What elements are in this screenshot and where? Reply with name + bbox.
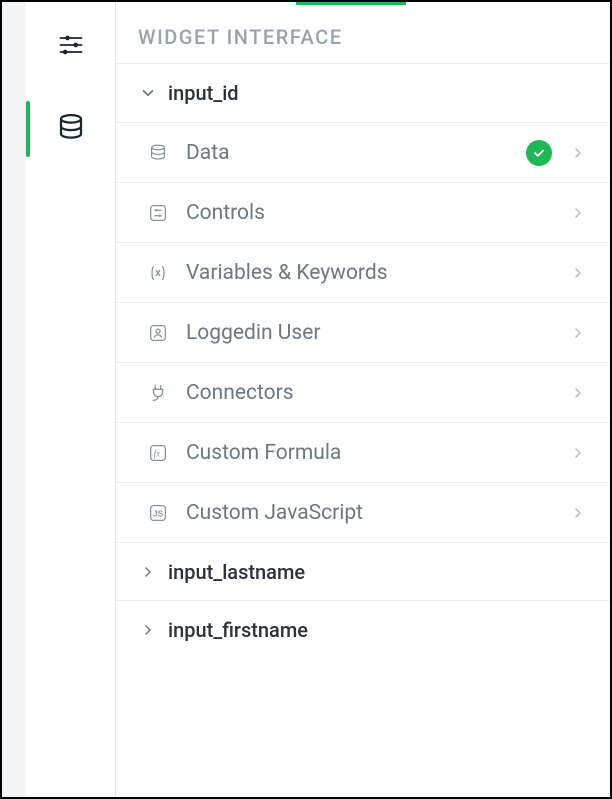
item-label: Connectors — [186, 381, 552, 405]
plug-icon — [146, 382, 170, 404]
data-tab[interactable] — [34, 104, 108, 154]
tree-node-label: input_firstname — [168, 618, 308, 642]
item-javascript[interactable]: JS Custom JavaScript — [116, 483, 610, 543]
chevron-right-icon — [568, 145, 588, 161]
check-icon — [526, 140, 552, 166]
chevron-right-icon — [136, 622, 160, 638]
tree-node-label: input_lastname — [168, 560, 305, 584]
js-icon: JS — [146, 502, 170, 524]
chevron-right-icon — [568, 205, 588, 221]
top-accent — [116, 2, 610, 5]
item-label: Variables & Keywords — [186, 261, 552, 285]
chevron-right-icon — [568, 325, 588, 341]
item-variables[interactable]: Variables & Keywords — [116, 243, 610, 303]
item-label: Controls — [186, 201, 552, 225]
item-label: Data — [186, 141, 510, 165]
item-data[interactable]: Data — [116, 123, 610, 183]
content-wrap: WIDGET INTERFACE input_id — [26, 2, 610, 797]
tree-node-collapsed[interactable]: input_firstname — [116, 601, 610, 659]
chevron-right-icon — [568, 265, 588, 281]
tree-sublist: Data — [116, 122, 610, 543]
tree-node-label: input_id — [168, 81, 239, 105]
item-label: Custom Formula — [186, 441, 552, 465]
chevron-right-icon — [568, 445, 588, 461]
database-icon — [56, 112, 86, 146]
panel-title: WIDGET INTERFACE — [138, 25, 343, 49]
controls-icon — [146, 202, 170, 224]
app-frame: WIDGET INTERFACE input_id — [0, 0, 612, 799]
item-controls[interactable]: Controls — [116, 183, 610, 243]
settings-tab[interactable] — [34, 22, 108, 72]
item-connectors[interactable]: Connectors — [116, 363, 610, 423]
chevron-right-icon — [136, 564, 160, 580]
tree-node-collapsed[interactable]: input_lastname — [116, 543, 610, 601]
item-formula[interactable]: fx Custom Formula — [116, 423, 610, 483]
left-gutter — [2, 2, 26, 797]
user-icon — [146, 322, 170, 344]
chevron-right-icon — [568, 505, 588, 521]
svg-text:JS: JS — [153, 509, 164, 518]
widget-tree: input_id Data — [116, 64, 610, 797]
sliders-icon — [57, 31, 85, 63]
tree-node-expanded[interactable]: input_id — [116, 64, 610, 122]
data-icon — [146, 142, 170, 164]
check-badge — [526, 140, 552, 166]
variables-icon — [146, 262, 170, 284]
side-tabs — [26, 2, 116, 797]
item-user[interactable]: Loggedin User — [116, 303, 610, 363]
panel-header: WIDGET INTERFACE — [116, 5, 610, 64]
fx-icon: fx — [146, 442, 170, 464]
item-label: Custom JavaScript — [186, 501, 552, 525]
svg-text:fx: fx — [154, 448, 161, 458]
chevron-down-icon — [136, 84, 160, 102]
item-label: Loggedin User — [186, 321, 552, 345]
main-panel: WIDGET INTERFACE input_id — [116, 2, 610, 797]
chevron-right-icon — [568, 385, 588, 401]
